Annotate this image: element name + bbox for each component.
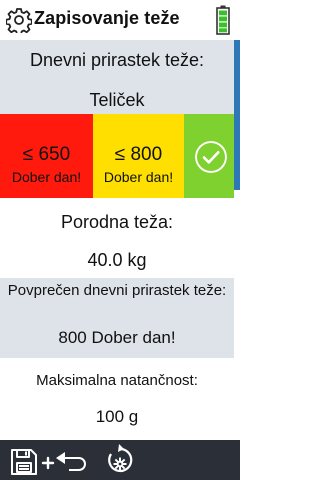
scrollbar[interactable]	[234, 40, 240, 190]
reset-icon[interactable]	[102, 440, 138, 480]
average-gain-value: 800 Dober dan!	[58, 328, 176, 347]
threshold-tile-low[interactable]: ≤ 650 Dober dan!	[0, 114, 93, 198]
threshold-message: Dober dan!	[11, 169, 82, 185]
threshold-value: ≤ 800	[114, 144, 163, 165]
precision-value[interactable]: 100 g	[0, 407, 234, 427]
precision-section: Maksimalna natančnost: 100 g	[0, 358, 234, 440]
check-icon	[195, 141, 227, 173]
threshold-value: ≤ 650	[22, 144, 71, 165]
page-title: Zapisovanje teže	[34, 8, 180, 28]
footer-toolbar	[0, 440, 240, 480]
birth-weight-section: Porodna teža: 40.0 kg	[0, 198, 234, 284]
gear-icon[interactable]	[6, 7, 32, 33]
precision-label: Maksimalna natančnost:	[36, 372, 198, 389]
birth-weight-value[interactable]: 40.0 kg	[0, 250, 234, 271]
birth-weight-label: Porodna teža:	[60, 212, 174, 232]
threshold-tile-ok[interactable]	[184, 114, 234, 198]
battery-icon	[216, 5, 230, 35]
average-gain-section: Povprečen dnevni prirastek teže: 800 Dob…	[0, 278, 234, 358]
threshold-tile-mid[interactable]: ≤ 800 Dober dan!	[93, 114, 184, 198]
save-add-undo-icon[interactable]	[8, 440, 94, 480]
daily-gain-label: Dnevni prirastek teže:	[29, 50, 205, 70]
threshold-message: Dober dan!	[103, 169, 174, 185]
average-gain-label: Povprečen dnevni prirastek teže:	[7, 282, 227, 299]
app-header: Zapisovanje teže	[0, 0, 240, 40]
animal-type[interactable]: Teliček	[0, 90, 234, 111]
threshold-tiles: ≤ 650 Dober dan! ≤ 800 Dober dan!	[0, 114, 234, 198]
